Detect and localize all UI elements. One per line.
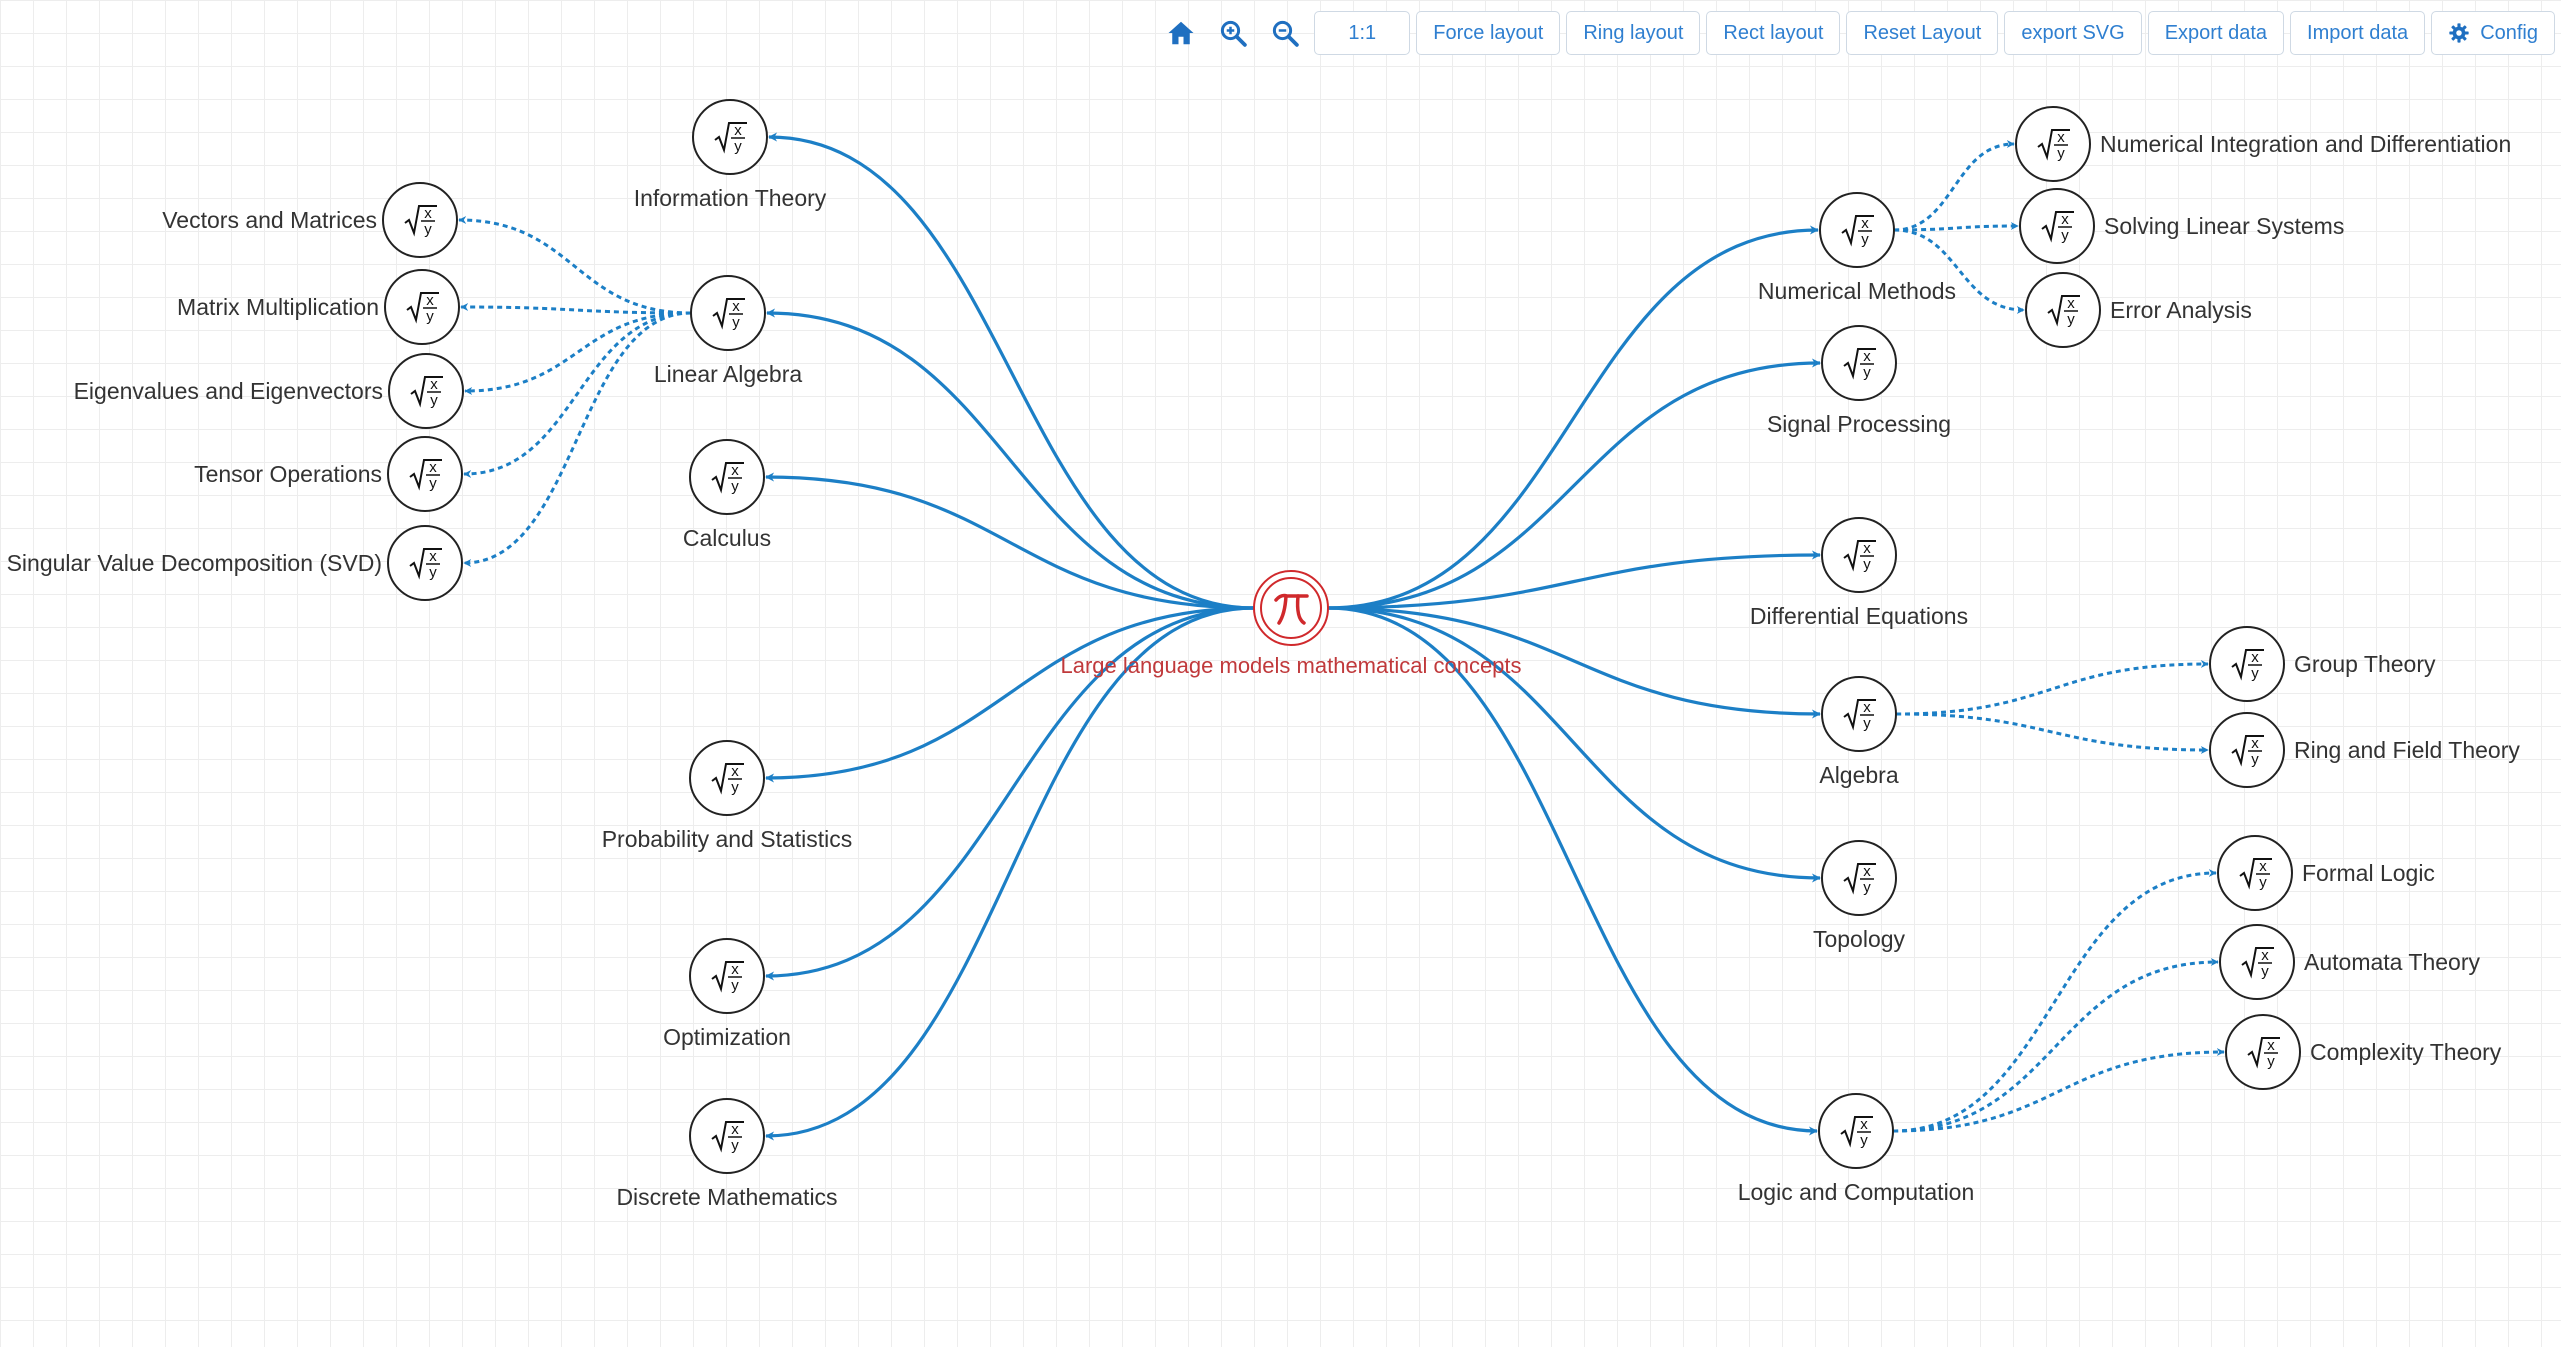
- node-num[interactable]: Numerical Methods: [1758, 192, 1956, 304]
- node-label: Signal Processing: [1767, 411, 1951, 437]
- node-diffeq[interactable]: Differential Equations: [1750, 517, 1968, 629]
- node-circle: [1821, 517, 1897, 593]
- node-circle: [1821, 325, 1897, 401]
- node-label: Topology: [1813, 926, 1906, 952]
- node-circle: [387, 436, 463, 512]
- edge-root-num: [1327, 225, 1819, 610]
- node-label: Eigenvalues and Eigenvectors: [74, 378, 383, 404]
- node-circle: [2219, 924, 2295, 1000]
- node-topo[interactable]: Topology: [1813, 840, 1906, 952]
- node-label: Vectors and Matrices: [162, 207, 377, 233]
- edge-root-prob: [765, 606, 1255, 783]
- node-opt[interactable]: Optimization: [663, 938, 791, 1050]
- node-label: Solving Linear Systems: [2104, 213, 2344, 239]
- node-sls[interactable]: Solving Linear Systems: [2019, 188, 2344, 264]
- node-logic[interactable]: Logic and Computation: [1738, 1093, 1975, 1205]
- node-label: Tensor Operations: [194, 461, 382, 487]
- node-label: Probability and Statistics: [602, 826, 853, 852]
- node-label: Complexity Theory: [2310, 1039, 2502, 1065]
- root-inner-ring: [1260, 577, 1322, 639]
- node-label: Group Theory: [2294, 651, 2436, 677]
- edge-root-disc: [765, 606, 1255, 1141]
- graph-canvas[interactable]: x y Information TheoryLinear AlgebraVect…: [0, 0, 2561, 1347]
- edge-linalg-svd: [463, 311, 692, 567]
- edge-root-calc: [765, 472, 1255, 610]
- edge-root-info: [768, 132, 1255, 610]
- node-circle: [384, 269, 460, 345]
- edge-linalg-vec: [458, 216, 692, 315]
- node-label: Automata Theory: [2304, 949, 2481, 975]
- node-linalg[interactable]: Linear Algebra: [654, 275, 803, 387]
- node-label: Numerical Integration and Differentiatio…: [2100, 131, 2511, 157]
- edge-linalg-matmul: [460, 303, 692, 315]
- node-svd[interactable]: Singular Value Decomposition (SVD): [7, 525, 463, 601]
- node-circle: [690, 275, 766, 351]
- edge-alg-ring: [1895, 712, 2209, 754]
- edge-logic-automata: [1892, 958, 2219, 1133]
- node-label: Discrete Mathematics: [616, 1184, 837, 1210]
- node-circle: [689, 1098, 765, 1174]
- node-sig[interactable]: Signal Processing: [1767, 325, 1951, 437]
- edge-root-linalg: [766, 308, 1255, 610]
- node-label: Calculus: [683, 525, 771, 551]
- node-circle: [689, 938, 765, 1014]
- edge-logic-complex: [1892, 1048, 2225, 1133]
- node-circle: [692, 99, 768, 175]
- node-disc[interactable]: Discrete Mathematics: [616, 1098, 838, 1210]
- edge-root-topo: [1327, 606, 1821, 883]
- node-formal[interactable]: Formal Logic: [2217, 835, 2435, 911]
- edge-alg-group: [1895, 660, 2209, 716]
- node-circle: [1819, 192, 1895, 268]
- node-label: Numerical Methods: [1758, 278, 1956, 304]
- node-circle: [1821, 676, 1897, 752]
- node-circle: [2209, 712, 2285, 788]
- node-alg[interactable]: Algebra: [1819, 676, 1899, 788]
- node-ring[interactable]: Ring and Field Theory: [2209, 712, 2520, 788]
- node-circle: [689, 740, 765, 816]
- node-vec[interactable]: Vectors and Matrices: [162, 182, 458, 258]
- root-label: Large language models mathematical conce…: [1060, 653, 1521, 678]
- node-label: Algebra: [1819, 762, 1898, 788]
- node-matmul[interactable]: Matrix Multiplication: [177, 269, 460, 345]
- node-circle: [388, 353, 464, 429]
- node-calc[interactable]: Calculus: [683, 439, 771, 551]
- edge-num-nid: [1893, 140, 2015, 232]
- nodes-layer: Information Theory Linear Algebra Vectors …: [7, 99, 2520, 1210]
- node-eig[interactable]: Eigenvalues and Eigenvectors: [74, 353, 464, 429]
- node-err[interactable]: Error Analysis: [2025, 272, 2252, 348]
- node-prob[interactable]: Probability and Statistics: [602, 740, 853, 852]
- node-label: Information Theory: [634, 185, 827, 211]
- node-circle: [2025, 272, 2101, 348]
- edge-root-logic: [1327, 606, 1818, 1136]
- node-label: Singular Value Decomposition (SVD): [7, 550, 382, 576]
- node-label: Error Analysis: [2110, 297, 2252, 323]
- edge-root-sig: [1327, 358, 1821, 610]
- node-circle: [2217, 835, 2293, 911]
- node-label: Linear Algebra: [654, 361, 803, 387]
- node-label: Logic and Computation: [1738, 1179, 1975, 1205]
- node-circle: [689, 439, 765, 515]
- node-circle: [2225, 1014, 2301, 1090]
- node-circle: [2209, 626, 2285, 702]
- root-node[interactable]: Large language models mathematical conce…: [1060, 570, 1522, 678]
- node-circle: [382, 182, 458, 258]
- node-label: Matrix Multiplication: [177, 294, 379, 320]
- node-nid[interactable]: Numerical Integration and Differentiatio…: [2015, 106, 2511, 182]
- node-label: Ring and Field Theory: [2294, 737, 2520, 763]
- node-circle: [1818, 1093, 1894, 1169]
- edge-linalg-tensor: [463, 311, 692, 478]
- edge-logic-formal: [1892, 869, 2217, 1133]
- node-group[interactable]: Group Theory: [2209, 626, 2436, 702]
- node-complex[interactable]: Complexity Theory: [2225, 1014, 2502, 1090]
- node-automata[interactable]: Automata Theory: [2219, 924, 2481, 1000]
- node-label: Optimization: [663, 1024, 791, 1050]
- node-circle: [387, 525, 463, 601]
- node-circle: [2019, 188, 2095, 264]
- node-label: Differential Equations: [1750, 603, 1968, 629]
- node-circle: [1821, 840, 1897, 916]
- node-tensor[interactable]: Tensor Operations: [194, 436, 463, 512]
- node-circle: [2015, 106, 2091, 182]
- node-info[interactable]: Information Theory: [634, 99, 827, 211]
- node-label: Formal Logic: [2302, 860, 2435, 886]
